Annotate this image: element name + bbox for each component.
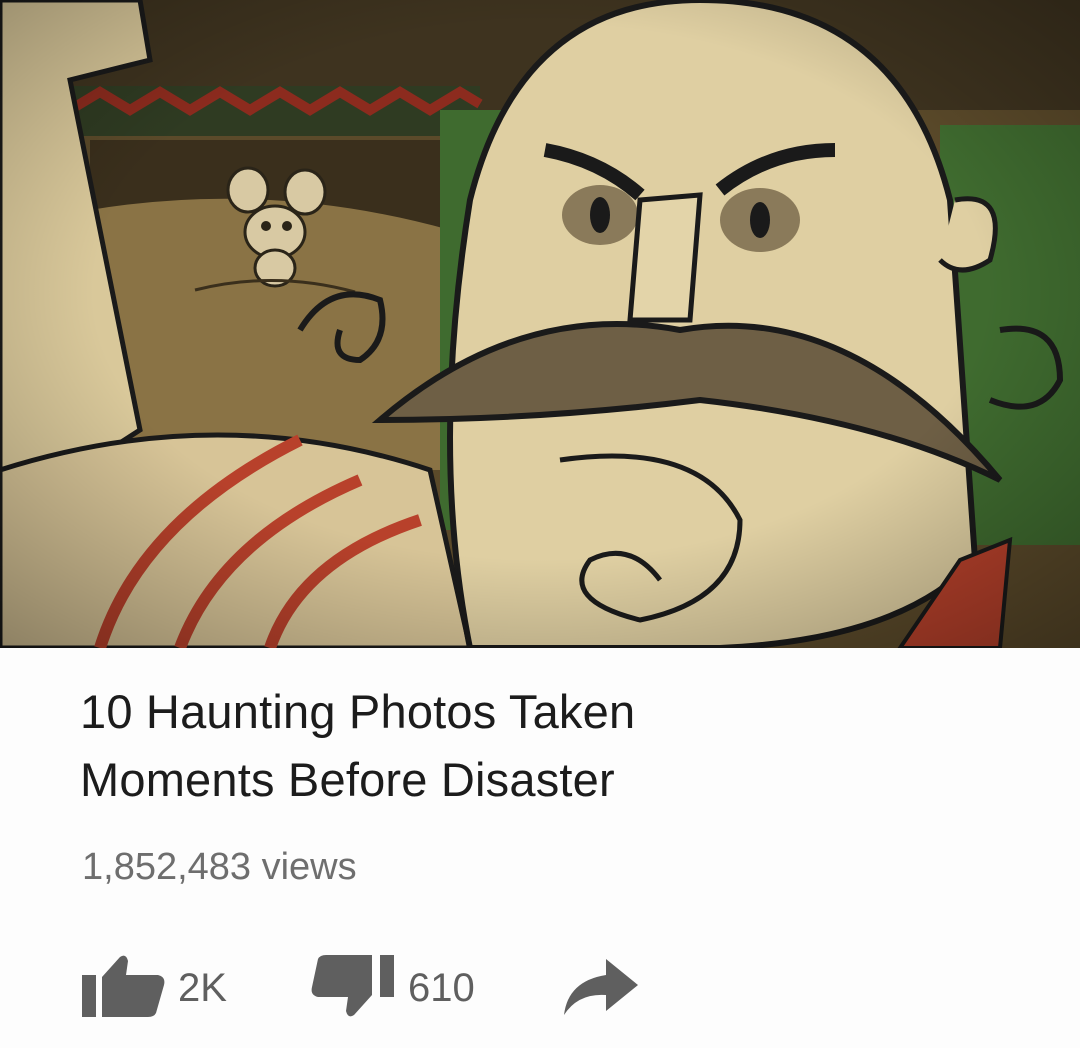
like-button[interactable]: 2K [80,948,227,1028]
video-title[interactable]: 10 Haunting Photos Taken Moments Before … [80,678,980,814]
share-button[interactable] [560,948,640,1028]
dislike-button[interactable]: 610 [310,948,475,1028]
video-info-panel: 10 Haunting Photos Taken Moments Before … [0,648,1080,1048]
thumbs-down-icon [310,953,396,1024]
action-bar: 2K 610 [80,948,680,1028]
thumbnail-illustration [0,0,1080,648]
dislike-count: 610 [408,965,475,1010]
video-title-line-2: Moments Before Disaster [80,753,615,806]
video-title-line-1: 10 Haunting Photos Taken [80,685,636,738]
thumbs-up-icon [80,953,166,1024]
like-count: 2K [178,965,227,1010]
view-count: 1,852,483 views [82,846,357,888]
share-arrow-icon [560,955,640,1022]
video-thumbnail[interactable] [0,0,1080,648]
